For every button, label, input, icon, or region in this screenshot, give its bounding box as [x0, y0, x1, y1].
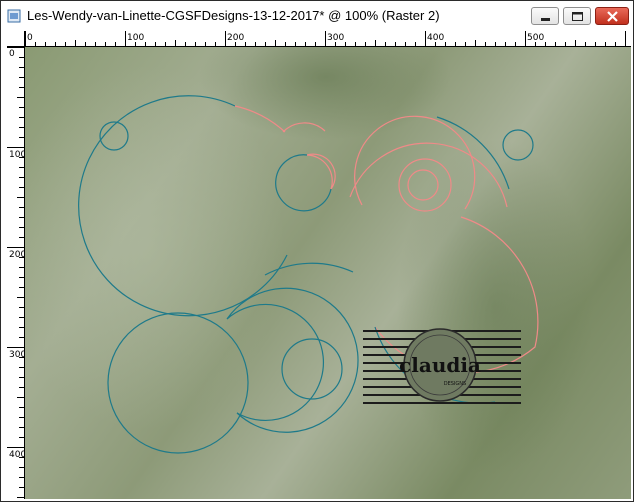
ruler-corner — [7, 31, 25, 47]
app-window: Les-Wendy-van-Linette-CGSFDesigns-13-12-… — [0, 0, 634, 502]
ruler-label-h: 0 — [27, 33, 33, 43]
ruler-label-h: 400 — [427, 33, 444, 43]
ring-inner-right — [398, 158, 452, 212]
document-icon — [7, 9, 21, 23]
ruler-label-v: 200 — [9, 250, 25, 260]
watermark-text: claudia — [399, 353, 481, 377]
ruler-label-h: 100 — [127, 33, 144, 43]
maximize-button[interactable] — [563, 7, 591, 25]
ruler-label-v: 300 — [9, 350, 25, 360]
minimize-icon — [541, 18, 550, 21]
horizontal-ruler[interactable]: 0 100 200 300 400 500 — [25, 31, 631, 47]
minimize-button[interactable] — [531, 7, 559, 25]
crescent-small — [306, 153, 336, 190]
ruler-label-h: 500 — [527, 33, 544, 43]
ruler-label-v: 400 — [9, 450, 25, 460]
ruler-label-h: 300 — [327, 33, 344, 43]
circle-bottom-inner — [281, 338, 343, 400]
small-circle-right — [502, 129, 534, 161]
maximize-icon — [572, 12, 583, 21]
circle-artwork — [78, 95, 539, 454]
large-circle-top-left-arc — [234, 105, 286, 133]
image-canvas[interactable]: claudia DESIGNS — [25, 47, 631, 499]
window-title: Les-Wendy-van-Linette-CGSFDesigns-13-12-… — [27, 8, 440, 23]
ring-innermost-right — [407, 169, 439, 201]
ring-outer-right — [436, 116, 510, 190]
claudia-watermark: claudia DESIGNS — [363, 328, 521, 404]
watermark-subtext: DESIGNS — [444, 381, 466, 387]
close-icon — [607, 11, 618, 22]
ring-middle-right — [354, 115, 476, 210]
circle-bottom-middle — [226, 287, 359, 433]
close-button[interactable] — [595, 7, 629, 25]
ruler-label-h: 200 — [227, 33, 244, 43]
arc-connector — [264, 262, 354, 276]
vertical-ruler[interactable]: 0 100 200 300 400 — [7, 47, 25, 499]
large-circle-top-left — [78, 95, 288, 317]
circle-bottom-left — [107, 312, 249, 454]
ring-outer-right-salmon — [349, 142, 508, 208]
ruler-label-v: 0 — [9, 49, 15, 59]
crescent-small-teal — [275, 154, 332, 212]
title-bar[interactable]: Les-Wendy-van-Linette-CGSFDesigns-13-12-… — [1, 1, 633, 31]
ruler-label-v: 100 — [9, 150, 25, 160]
top-connector — [282, 122, 326, 133]
